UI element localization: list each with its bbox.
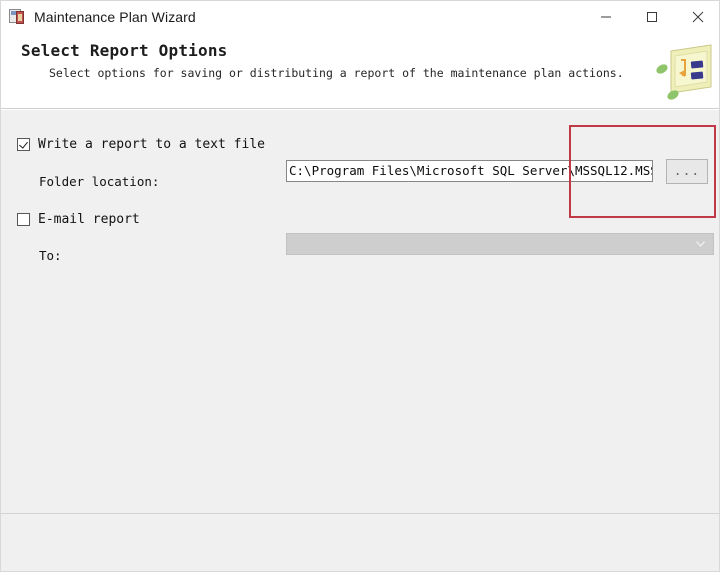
maximize-icon[interactable] bbox=[629, 1, 675, 33]
to-label: To: bbox=[39, 248, 62, 263]
maintenance-plan-banner-icon bbox=[656, 44, 712, 100]
folder-location-label: Folder location: bbox=[39, 174, 160, 189]
write-report-checkbox-row[interactable]: Write a report to a text file bbox=[17, 137, 265, 152]
page-subtitle: Select options for saving or distributin… bbox=[49, 66, 624, 80]
browse-folder-button[interactable]: ... bbox=[666, 159, 708, 184]
folder-location-input[interactable]: C:\Program Files\Microsoft SQL Server\MS… bbox=[286, 160, 653, 182]
title-bar: Maintenance Plan Wizard bbox=[1, 1, 719, 33]
chevron-down-icon bbox=[696, 241, 705, 247]
minimize-icon[interactable] bbox=[583, 1, 629, 33]
write-report-checkbox[interactable] bbox=[17, 138, 30, 151]
maintenance-plan-wizard-window: Maintenance Plan Wizard Select Report Op… bbox=[0, 0, 720, 572]
email-report-checkbox-row[interactable]: E-mail report bbox=[17, 212, 140, 227]
window-title: Maintenance Plan Wizard bbox=[34, 9, 196, 25]
close-icon[interactable] bbox=[675, 1, 719, 33]
maintenance-plan-icon bbox=[9, 8, 27, 26]
email-report-label: E-mail report bbox=[38, 212, 140, 227]
wizard-footer: Help < Back Next > Finish >>| Cancel bbox=[1, 514, 719, 571]
window-controls bbox=[583, 1, 719, 33]
page-title: Select Report Options bbox=[21, 41, 228, 60]
to-dropdown bbox=[286, 233, 714, 255]
wizard-header: Select Report Options Select options for… bbox=[1, 33, 719, 109]
email-report-checkbox[interactable] bbox=[17, 213, 30, 226]
write-report-label: Write a report to a text file bbox=[38, 137, 265, 152]
